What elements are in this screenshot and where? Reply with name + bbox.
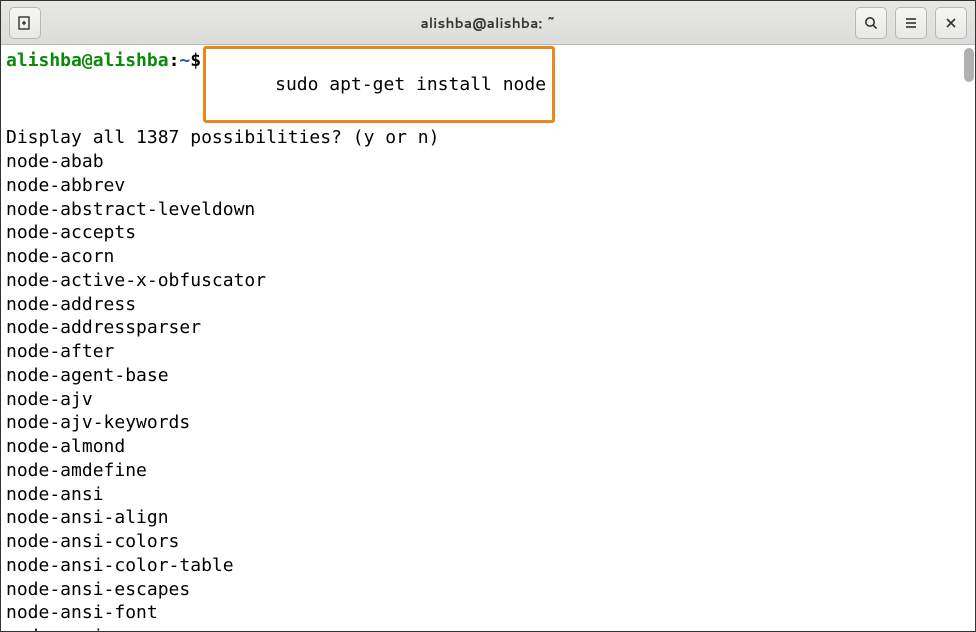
list-item: node-amdefine xyxy=(6,459,970,483)
list-item: node-addressparser xyxy=(6,316,970,340)
window-titlebar: alishba@alishba: ~ xyxy=(1,1,975,45)
list-item: node-ansi xyxy=(6,483,970,507)
window-title: alishba@alishba: ~ xyxy=(420,13,555,33)
list-item: node-ansi-color-table xyxy=(6,554,970,578)
prompt-dollar: $ xyxy=(190,49,201,73)
menu-button[interactable] xyxy=(895,7,927,39)
list-item: node-ajv-keywords xyxy=(6,411,970,435)
list-item: node-almond xyxy=(6,435,970,459)
list-item: node-abab xyxy=(6,150,970,174)
list-item: node-agent-base xyxy=(6,364,970,388)
list-item: node-abstract-leveldown xyxy=(6,198,970,222)
prompt-path: ~ xyxy=(179,49,190,73)
list-item: node-ansi-font xyxy=(6,601,970,625)
list-item: node-active-x-obfuscator xyxy=(6,269,970,293)
prompt-user-host: alishba@alishba xyxy=(6,49,169,73)
package-list: node-ababnode-abbrevnode-abstract-leveld… xyxy=(6,150,970,631)
list-item: node-ansi-align xyxy=(6,506,970,530)
list-item: node-address xyxy=(6,293,970,317)
search-button[interactable] xyxy=(855,7,887,39)
new-tab-button[interactable] xyxy=(9,7,41,39)
hamburger-icon xyxy=(903,15,919,31)
titlebar-controls xyxy=(853,7,969,39)
search-icon xyxy=(863,15,879,31)
prompt-line: alishba@alishba:~$ sudo apt-get install … xyxy=(6,49,970,126)
close-icon xyxy=(943,15,959,31)
close-button[interactable] xyxy=(935,7,967,39)
list-item: node-acorn xyxy=(6,245,970,269)
list-item: node-ansi-escapes xyxy=(6,578,970,602)
list-item: node-ansi-colors xyxy=(6,530,970,554)
scrollbar-thumb[interactable] xyxy=(964,48,974,82)
list-item: node-ansi-regex xyxy=(6,625,970,631)
new-tab-icon xyxy=(17,15,33,31)
terminal-body[interactable]: alishba@alishba:~$ sudo apt-get install … xyxy=(1,45,975,631)
command-text: sudo apt-get install node xyxy=(275,74,546,95)
list-item: node-accepts xyxy=(6,221,970,245)
tab-completion-question: Display all 1387 possibilities? (y or n) xyxy=(6,126,970,150)
prompt-colon: : xyxy=(169,49,180,73)
command-highlight: sudo apt-get install node xyxy=(203,46,555,123)
list-item: node-ajv xyxy=(6,388,970,412)
list-item: node-after xyxy=(6,340,970,364)
list-item: node-abbrev xyxy=(6,174,970,198)
